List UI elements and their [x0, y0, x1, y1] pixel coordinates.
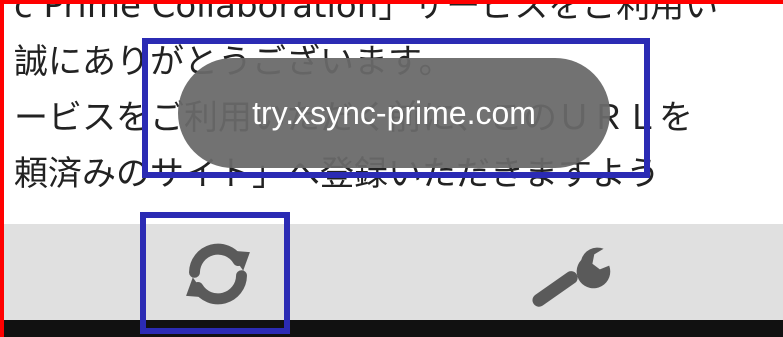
wrench-icon — [532, 247, 611, 307]
sync-icon — [186, 243, 250, 305]
system-navigation-bar — [0, 320, 783, 337]
url-toast: try.xsync-prime.com — [178, 58, 610, 168]
bottom-toolbar — [0, 224, 783, 320]
browser-screen: c Prime Collaboration」サービスをご利用い 誠にありがとうご… — [0, 0, 783, 337]
sync-button[interactable] — [158, 228, 278, 320]
toast-text: try.xsync-prime.com — [252, 94, 536, 131]
settings-button[interactable] — [510, 228, 630, 320]
text-line-1: c Prime Collaboration」サービスをご利用い — [14, 0, 719, 26]
